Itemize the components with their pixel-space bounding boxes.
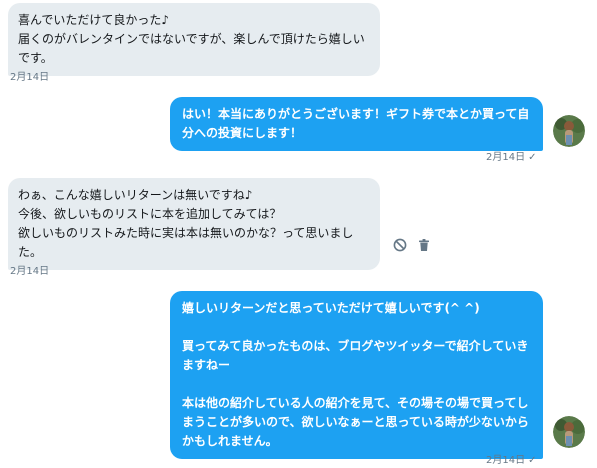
- message-timestamp: 2月14日 ✓: [486, 152, 536, 164]
- avatar-photo-icon: [553, 115, 585, 147]
- timestamp-text: 2月14日: [10, 72, 50, 83]
- message-bubble-outgoing[interactable]: はい！本当にありがとうございます！ギフト券で本とか買って自分への投資にします！: [170, 97, 543, 151]
- message-timestamp: 2月14日 ✓: [486, 455, 536, 467]
- user-avatar[interactable]: [553, 416, 585, 448]
- message-bubble-outgoing[interactable]: 嬉しいリターンだと思っていただけて嬉しいです(^ ^) 買ってみて良かったものは…: [170, 291, 543, 459]
- message-actions: [393, 238, 431, 252]
- user-avatar[interactable]: [553, 115, 585, 147]
- read-check-icon: ✓: [528, 455, 537, 466]
- delete-icon[interactable]: [417, 238, 431, 252]
- dm-conversation: 喜んでいただけて良かった♪ 届くのがバレンタインではないですが、楽しんで頂けたら…: [0, 0, 597, 468]
- block-icon[interactable]: [393, 238, 407, 252]
- timestamp-text: 2月14日: [486, 455, 526, 466]
- message-timestamp: 2月14日: [10, 72, 49, 84]
- avatar-photo-icon: [553, 416, 585, 448]
- message-timestamp: 2月14日: [10, 266, 49, 278]
- timestamp-text: 2月14日: [486, 152, 526, 163]
- timestamp-text: 2月14日: [10, 266, 50, 277]
- message-bubble-incoming[interactable]: わぁ、こんな嬉しいリターンは無いですね♪ 今後、欲しいものリストに本を追加してみ…: [8, 178, 380, 270]
- message-bubble-incoming[interactable]: 喜んでいただけて良かった♪ 届くのがバレンタインではないですが、楽しんで頂けたら…: [8, 3, 380, 76]
- read-check-icon: ✓: [528, 152, 537, 163]
